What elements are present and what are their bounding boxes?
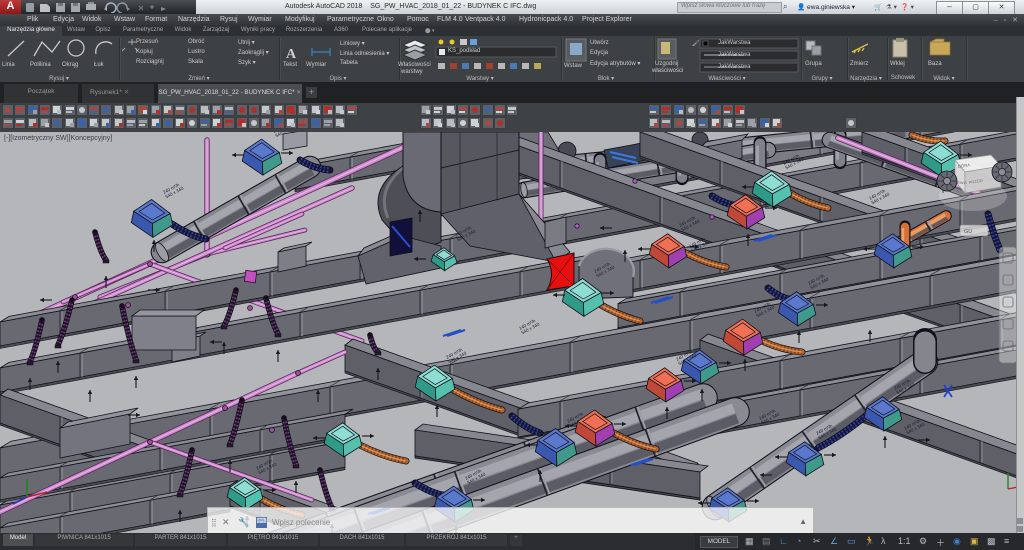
svg-text:GU: GU (964, 229, 972, 235)
svg-text:A: A (286, 47, 297, 62)
svg-text:🖌: 🖌 (692, 39, 700, 47)
svg-text:Z: Z (944, 202, 947, 208)
svg-text:PD: PD (998, 199, 1005, 205)
